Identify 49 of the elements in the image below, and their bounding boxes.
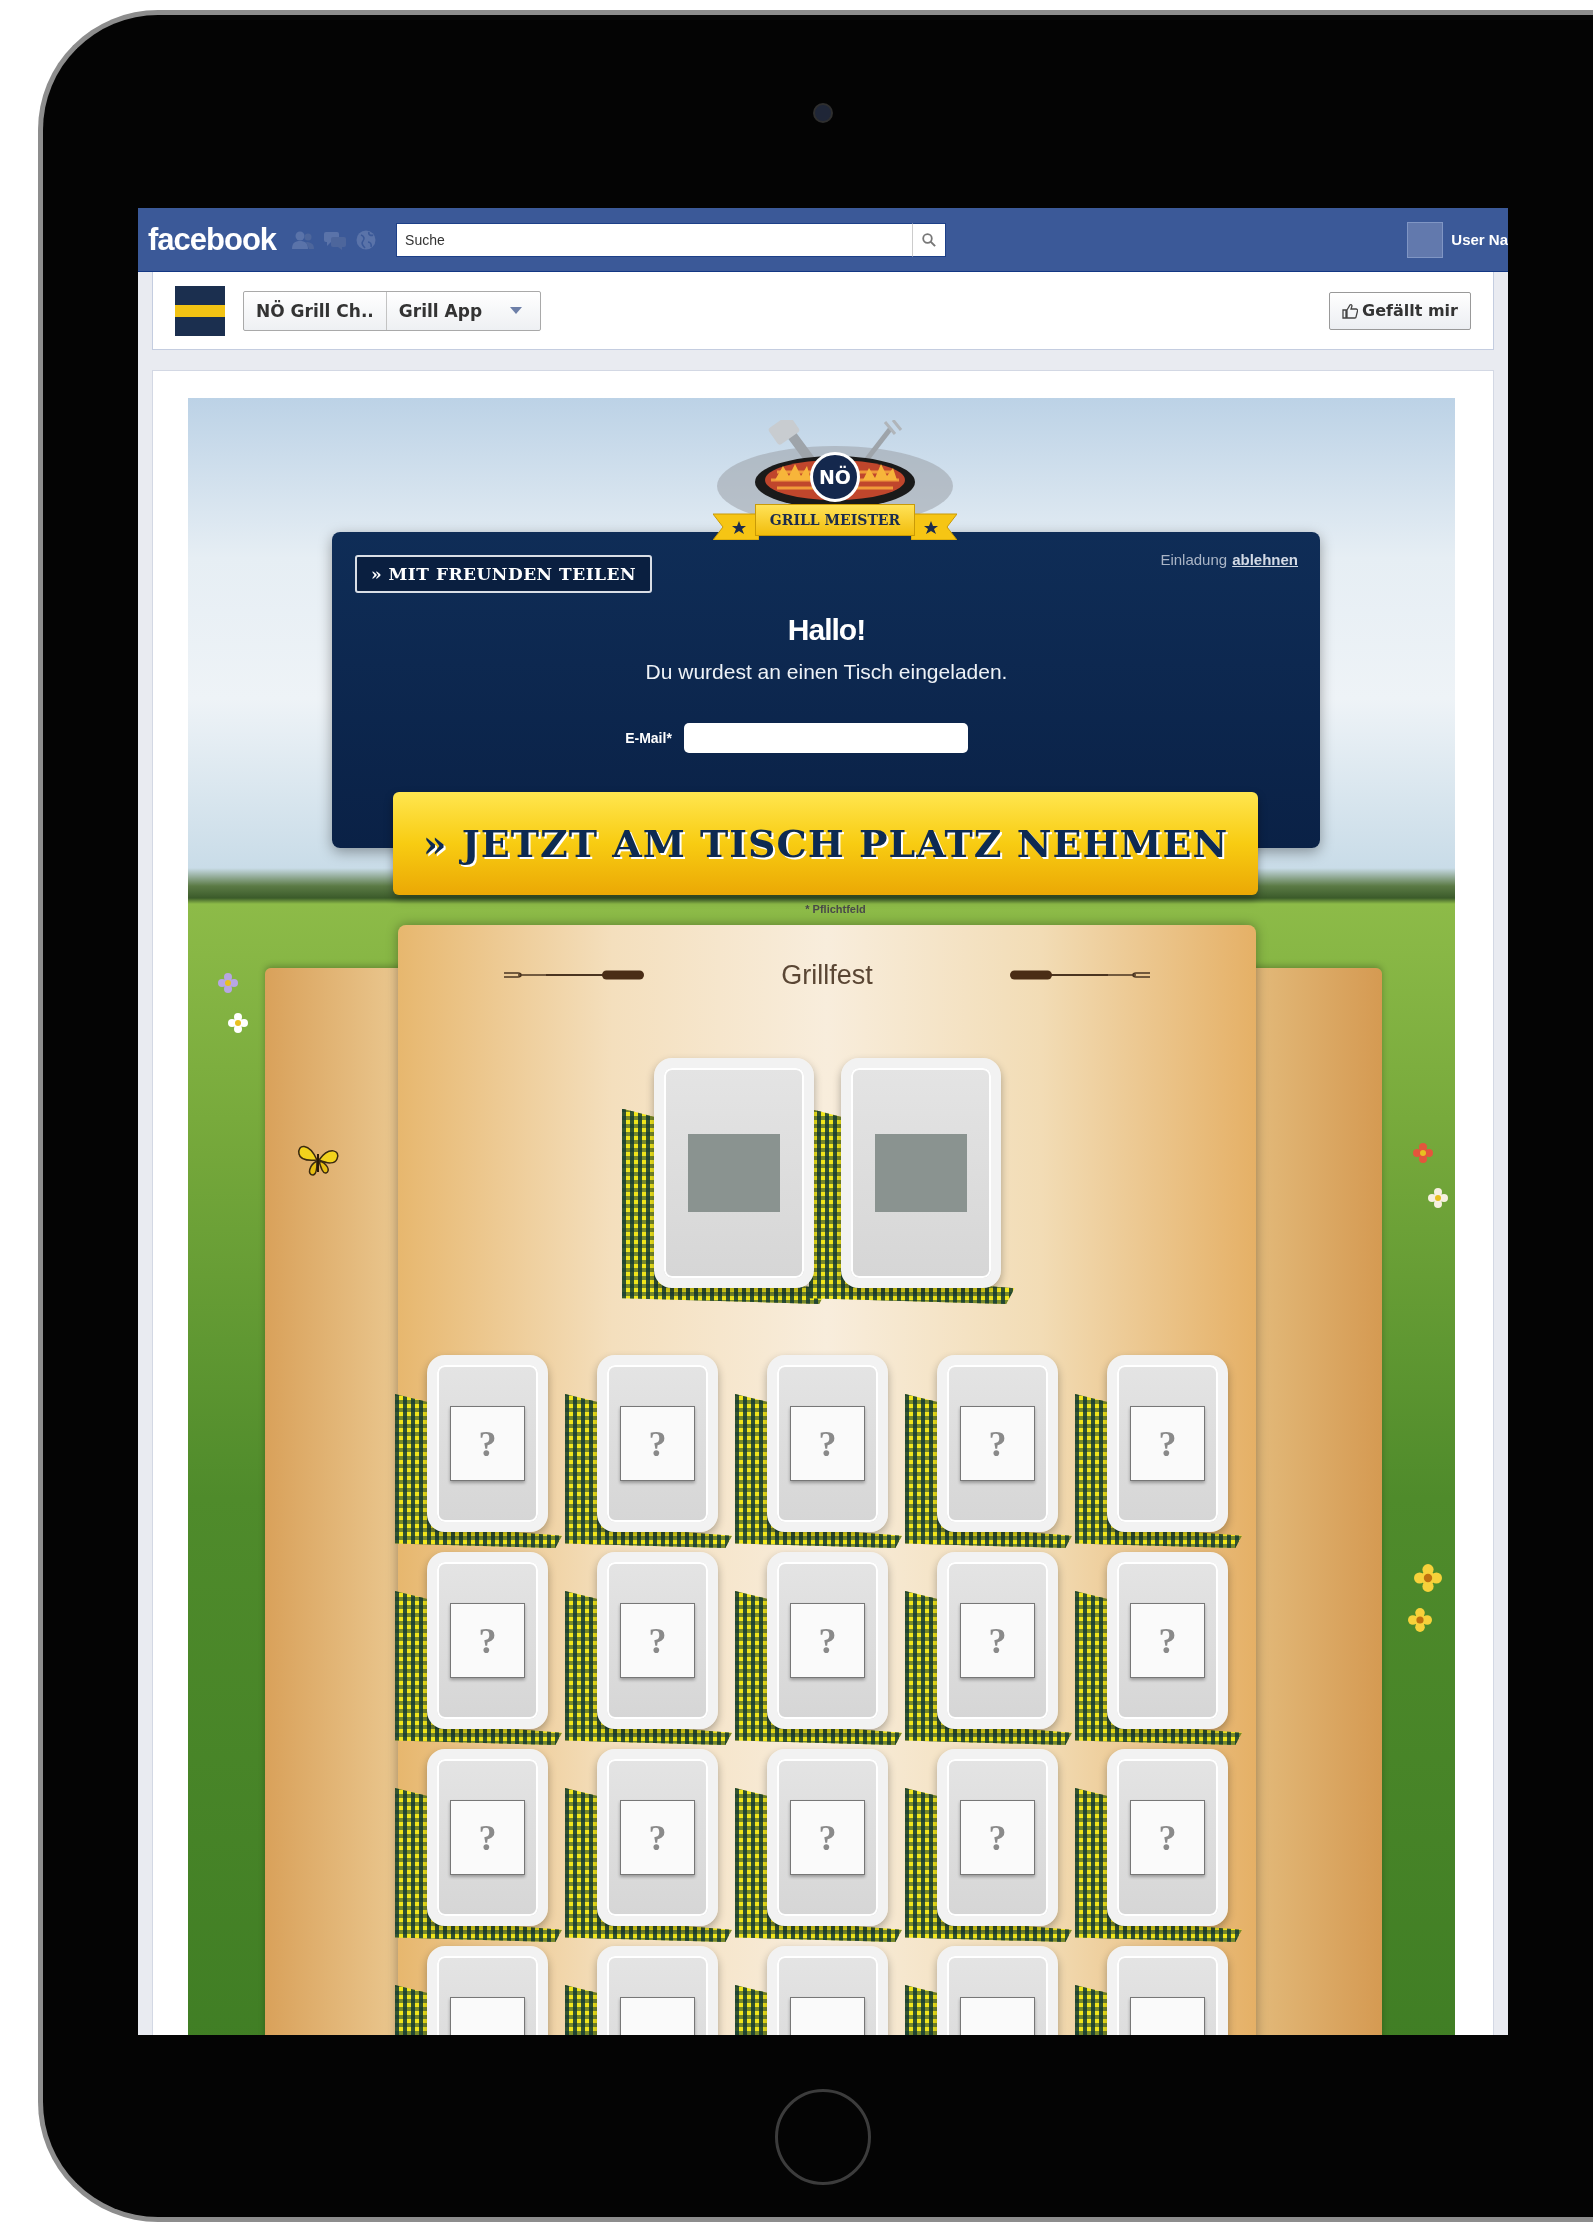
breadcrumb-item[interactable]: Grill App [385, 291, 541, 330]
flower-icon [228, 1013, 248, 1033]
search-icon[interactable] [922, 232, 937, 247]
brand-logo[interactable]: facebook [148, 221, 277, 258]
unknown-guest-marker: ? [790, 1603, 865, 1678]
like-button[interactable]: Gefällt mir [1329, 291, 1471, 330]
table-title: Grillfest [780, 959, 874, 991]
thumbs-up-icon [1342, 302, 1358, 319]
join-table-button[interactable]: » JETZT AM TISCH PLATZ NEHMEN [393, 792, 1258, 895]
unknown-guest-marker: ? [620, 1406, 695, 1481]
unknown-guest-marker: ? [450, 1406, 525, 1481]
decline-link[interactable]: ablehnen [1232, 551, 1298, 568]
messages-icon[interactable] [324, 229, 347, 250]
unknown-guest-marker: ? [450, 1603, 525, 1678]
avatar-placeholder[interactable] [1407, 221, 1444, 258]
decline-label: Einladung [1160, 551, 1228, 568]
globe-icon[interactable] [356, 229, 377, 250]
unknown-guest-marker: ? [960, 1603, 1035, 1678]
search-field[interactable]: Suche [396, 222, 913, 257]
caret-icon [510, 307, 523, 314]
home-button[interactable] [775, 2089, 871, 2185]
unknown-guest-marker: ? [1130, 1603, 1205, 1678]
unknown-guest-marker: ? [1130, 1406, 1205, 1481]
email-label: E-Mail* [625, 730, 672, 746]
email-field[interactable] [683, 723, 968, 753]
unknown-guest-marker: ? [1130, 1800, 1205, 1875]
flower-icon [1408, 1608, 1432, 1632]
unknown-guest-marker: ? [450, 1800, 525, 1875]
unknown-guest-marker: ? [620, 1603, 695, 1678]
required-note: * Pflichtfeld [804, 903, 867, 915]
unknown-guest-marker: ? [790, 1800, 865, 1875]
unknown-guest-marker: ? [790, 1406, 865, 1481]
camera-lens [813, 103, 833, 123]
search-button[interactable] [912, 222, 947, 257]
breadcrumb-item[interactable]: NÖ Grill Ch.. [244, 291, 386, 330]
flower-icon [1413, 1143, 1433, 1163]
flower-icon [218, 973, 238, 993]
logo-banner: GRILL MEISTER [754, 504, 916, 536]
unknown-guest-marker: ? [620, 1800, 695, 1875]
user-name[interactable]: User Na [1451, 231, 1508, 248]
unknown-guest-marker: ? [960, 1800, 1035, 1875]
share-button[interactable]: » MIT FREUNDEN TEILEN [355, 555, 653, 593]
flower-icon [1428, 1188, 1448, 1208]
invitation-message: Du wurdest an einen Tisch eingeladen. [644, 659, 1009, 685]
friends-icon[interactable] [292, 229, 315, 250]
page-thumbnail[interactable] [175, 285, 225, 336]
greeting: Hallo! [786, 612, 867, 648]
unknown-guest-marker: ? [960, 1406, 1035, 1481]
flower-icon [1414, 1564, 1442, 1592]
